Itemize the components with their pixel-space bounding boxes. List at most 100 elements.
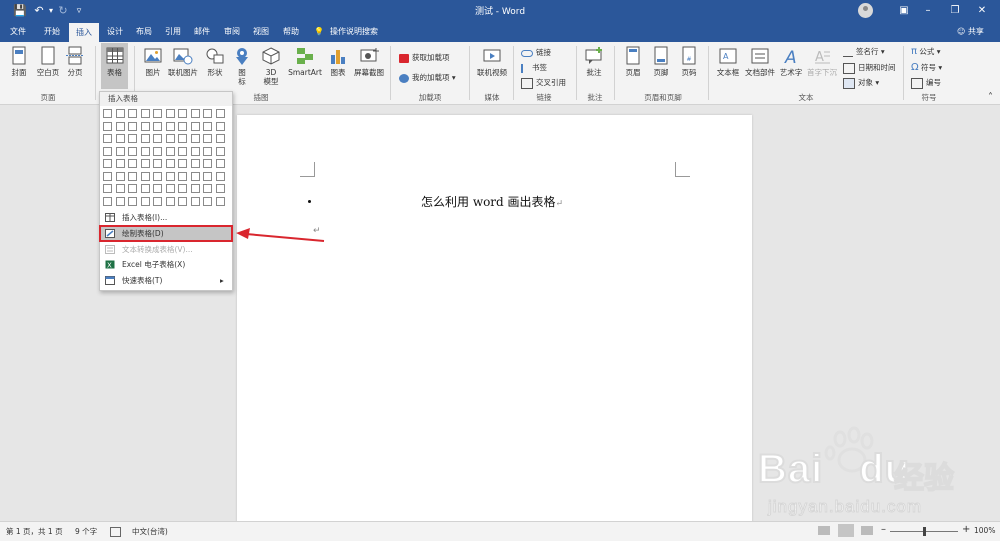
object-button[interactable]: 对象 ▾ xyxy=(843,77,879,89)
tab-references[interactable]: 引用 xyxy=(159,22,187,42)
table-grid-cell[interactable] xyxy=(103,109,112,118)
table-grid-cell[interactable] xyxy=(115,134,125,143)
table-grid-cell[interactable] xyxy=(165,121,175,131)
chart-button[interactable]: 图表 xyxy=(326,46,350,77)
get-addins-button[interactable]: 获取加载项 xyxy=(399,52,450,63)
tab-view[interactable]: 视图 xyxy=(247,22,275,42)
cross-reference-button[interactable]: 交叉引用 xyxy=(521,77,566,89)
table-grid-cell[interactable] xyxy=(115,159,125,168)
bookmark-button[interactable]: 书签 xyxy=(521,62,547,73)
online-video-button[interactable]: 联机视频 xyxy=(473,46,511,77)
ribbon-display-icon[interactable]: ▣ xyxy=(894,2,914,20)
table-grid-cell[interactable] xyxy=(178,184,187,193)
table-grid-cell[interactable] xyxy=(140,196,150,206)
word-count[interactable]: 9 个字 xyxy=(75,526,97,537)
table-grid-cell[interactable] xyxy=(153,196,162,206)
table-grid-cell[interactable] xyxy=(140,159,150,168)
table-grid-cell[interactable] xyxy=(178,121,187,131)
table-grid-cell[interactable] xyxy=(103,171,112,181)
table-button[interactable]: 表格 xyxy=(101,43,128,89)
tab-insert[interactable]: 插入 xyxy=(69,23,99,42)
3d-model-button[interactable]: 3D 模型 xyxy=(258,46,284,86)
equation-button[interactable]: π 公式 ▾ xyxy=(911,46,941,57)
page-break-button[interactable]: 分页 xyxy=(63,46,87,77)
picture-button[interactable]: 图片 xyxy=(140,46,166,77)
table-grid-cell[interactable] xyxy=(165,159,175,168)
user-avatar[interactable] xyxy=(858,3,873,18)
collapse-ribbon-icon[interactable]: ˄ xyxy=(988,92,993,103)
table-grid-cell[interactable] xyxy=(128,146,137,156)
tab-layout[interactable]: 布局 xyxy=(130,22,158,42)
read-mode-icon[interactable] xyxy=(818,526,830,535)
table-grid-cell[interactable] xyxy=(115,184,125,193)
tab-file[interactable]: 文件 xyxy=(4,22,32,42)
table-grid-cell[interactable] xyxy=(215,121,225,131)
table-grid-cell[interactable] xyxy=(203,121,212,131)
table-grid-cell[interactable] xyxy=(203,196,212,206)
tab-review[interactable]: 审阅 xyxy=(218,22,246,42)
table-grid-cell[interactable] xyxy=(203,109,212,118)
textbox-button[interactable]: A 文本框 xyxy=(713,46,743,77)
icons-button[interactable]: 图标 xyxy=(231,46,253,86)
table-grid-cell[interactable] xyxy=(190,134,200,143)
table-grid-cell[interactable] xyxy=(215,184,225,193)
table-grid-cell[interactable] xyxy=(103,159,112,168)
date-time-button[interactable]: 日期和时间 xyxy=(843,62,896,74)
table-grid-cell[interactable] xyxy=(128,171,137,181)
table-grid-cell[interactable] xyxy=(115,121,125,131)
table-grid-cell[interactable] xyxy=(178,171,187,181)
blank-page-button[interactable]: 空白页 xyxy=(34,46,62,77)
close-button[interactable]: ✕ xyxy=(972,2,992,20)
tab-mailings[interactable]: 邮件 xyxy=(188,22,216,42)
table-grid-cell[interactable] xyxy=(140,171,150,181)
table-grid-cell[interactable] xyxy=(153,159,162,168)
table-grid-cell[interactable] xyxy=(128,196,137,206)
table-grid-cell[interactable] xyxy=(103,121,112,131)
table-grid-cell[interactable] xyxy=(153,109,162,118)
number-button[interactable]: 编号 xyxy=(911,77,941,89)
table-grid-cell[interactable] xyxy=(140,184,150,193)
language[interactable]: 中文(台湾) xyxy=(132,526,168,537)
table-grid-cell[interactable] xyxy=(153,134,162,143)
table-grid-cell[interactable] xyxy=(140,134,150,143)
table-grid-cell[interactable] xyxy=(190,109,200,118)
header-button[interactable]: 页眉 xyxy=(620,46,646,77)
menu-insert-table[interactable]: 插入表格(I)... xyxy=(100,210,232,225)
table-grid-cell[interactable] xyxy=(103,196,112,206)
document-heading[interactable]: 怎么利用 word 画出表格↵ xyxy=(421,193,563,210)
comment-button[interactable]: 批注 xyxy=(581,46,607,77)
table-grid-cell[interactable] xyxy=(103,184,112,193)
table-grid-cell[interactable] xyxy=(128,109,137,118)
print-layout-icon[interactable] xyxy=(838,524,854,537)
table-grid-cell[interactable] xyxy=(165,196,175,206)
table-grid-cell[interactable] xyxy=(190,159,200,168)
table-grid-cell[interactable] xyxy=(140,121,150,131)
link-button[interactable]: 链接 xyxy=(521,47,551,58)
table-grid-cell[interactable] xyxy=(153,146,162,156)
table-grid-cell[interactable] xyxy=(215,134,225,143)
footer-button[interactable]: 页脚 xyxy=(648,46,674,77)
menu-excel-spreadsheet[interactable]: X Excel 电子表格(X) xyxy=(100,257,232,272)
table-grid-cell[interactable] xyxy=(128,134,137,143)
table-grid-cell[interactable] xyxy=(103,134,112,143)
restore-button[interactable]: ❐ xyxy=(945,2,965,20)
table-grid-cell[interactable] xyxy=(115,171,125,181)
table-grid-cell[interactable] xyxy=(190,171,200,181)
minimize-button[interactable]: – xyxy=(918,2,938,20)
zoom-level[interactable]: 100% xyxy=(974,526,995,535)
table-grid-cell[interactable] xyxy=(178,146,187,156)
table-grid-cell[interactable] xyxy=(153,184,162,193)
web-layout-icon[interactable] xyxy=(861,526,873,535)
smartart-button[interactable]: SmartArt xyxy=(286,46,324,77)
table-grid-cell[interactable] xyxy=(203,134,212,143)
table-grid-cell[interactable] xyxy=(103,146,112,156)
wordart-button[interactable]: A 艺术字 xyxy=(777,46,805,77)
table-grid-cell[interactable] xyxy=(190,121,200,131)
signature-line-button[interactable]: 签名行 ▾ xyxy=(843,46,885,57)
table-grid-cell[interactable] xyxy=(128,121,137,131)
zoom-slider-thumb[interactable] xyxy=(922,527,926,536)
tell-me-search[interactable]: 操作说明搜索 xyxy=(330,22,386,42)
table-grid-cell[interactable] xyxy=(178,109,187,118)
table-grid-cell[interactable] xyxy=(203,171,212,181)
page-number-button[interactable]: # 页码 xyxy=(676,46,702,77)
